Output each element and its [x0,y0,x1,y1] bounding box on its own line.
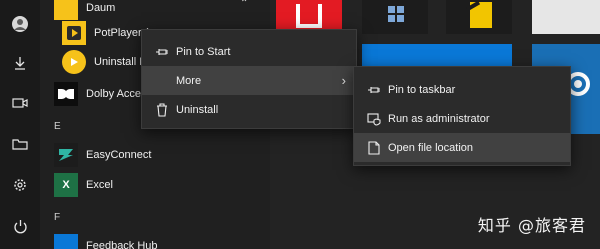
app-name: EasyConnect [86,149,152,161]
list-item-potplayer[interactable]: PotPlayer ( [62,19,148,47]
download-icon[interactable] [10,53,30,73]
dolby-icon [54,82,78,106]
windows-grid-icon [388,6,404,22]
tile-partial[interactable] [532,0,600,34]
tile-dark[interactable] [362,0,428,34]
folder-icon[interactable] [10,134,30,154]
avatar[interactable] [10,14,30,34]
power-icon[interactable] [10,216,30,236]
tile-notes[interactable] [446,0,512,34]
list-item-dolby[interactable]: Dolby Acces [54,80,147,108]
menu-item-label: Open file location [388,141,473,154]
app-name: Uninstall P [94,56,147,68]
menu-item-label: Pin to taskbar [388,83,456,96]
list-item-feedback[interactable]: Feedback Hub [54,232,158,249]
potplayer-icon [62,21,86,45]
menu-item-label: Pin to Start [176,45,231,58]
easyconnect-icon [54,143,78,167]
excel-icon: X [54,173,78,197]
app-name: Daum [86,2,116,14]
app-name: Feedback Hub [86,240,158,249]
menu-item-label: Run as administrator [388,112,490,125]
chevron-right-icon: › [341,73,346,88]
menu-item-run-as-admin[interactable]: Run as administrator [354,104,570,133]
shield-icon [366,111,382,127]
submenu: Pin to taskbar Run as administrator Open… [353,66,571,166]
video-icon[interactable] [10,93,30,113]
list-item-excel[interactable]: X Excel [54,171,113,199]
menu-item-pin-to-taskbar[interactable]: Pin to taskbar [354,75,570,104]
app-name: Dolby Acces [86,88,147,100]
pin-icon [366,82,382,98]
list-item-easyconnect[interactable]: EasyConnect [54,141,151,169]
menu-item-pin-to-start[interactable]: Pin to Start [142,37,356,66]
file-icon [366,140,382,156]
trash-icon [154,102,170,118]
letter-header-f[interactable]: F [54,212,60,223]
menu-item-open-file-location[interactable]: Open file location [354,133,570,162]
feedback-icon [54,234,78,249]
menu-item-more[interactable]: More › [142,66,356,95]
context-menu: Pin to Start More › Uninstall [141,29,357,129]
menu-item-uninstall[interactable]: Uninstall [142,95,356,124]
letter-header-e[interactable]: E [54,121,61,132]
folder-icon [54,0,78,20]
list-item-uninstall-potplayer[interactable]: Uninstall P [62,48,147,76]
gear-icon[interactable] [10,175,30,195]
app-name: Excel [86,179,113,191]
watermark: 知乎 @旅客君 [477,216,586,235]
start-rail [0,0,40,249]
chevron-up-icon[interactable]: ⌃ [240,0,248,9]
menu-item-label: Uninstall [176,103,219,116]
potplayer-icon [62,50,86,74]
menu-item-label: More [176,74,202,87]
pin-icon [154,44,170,60]
